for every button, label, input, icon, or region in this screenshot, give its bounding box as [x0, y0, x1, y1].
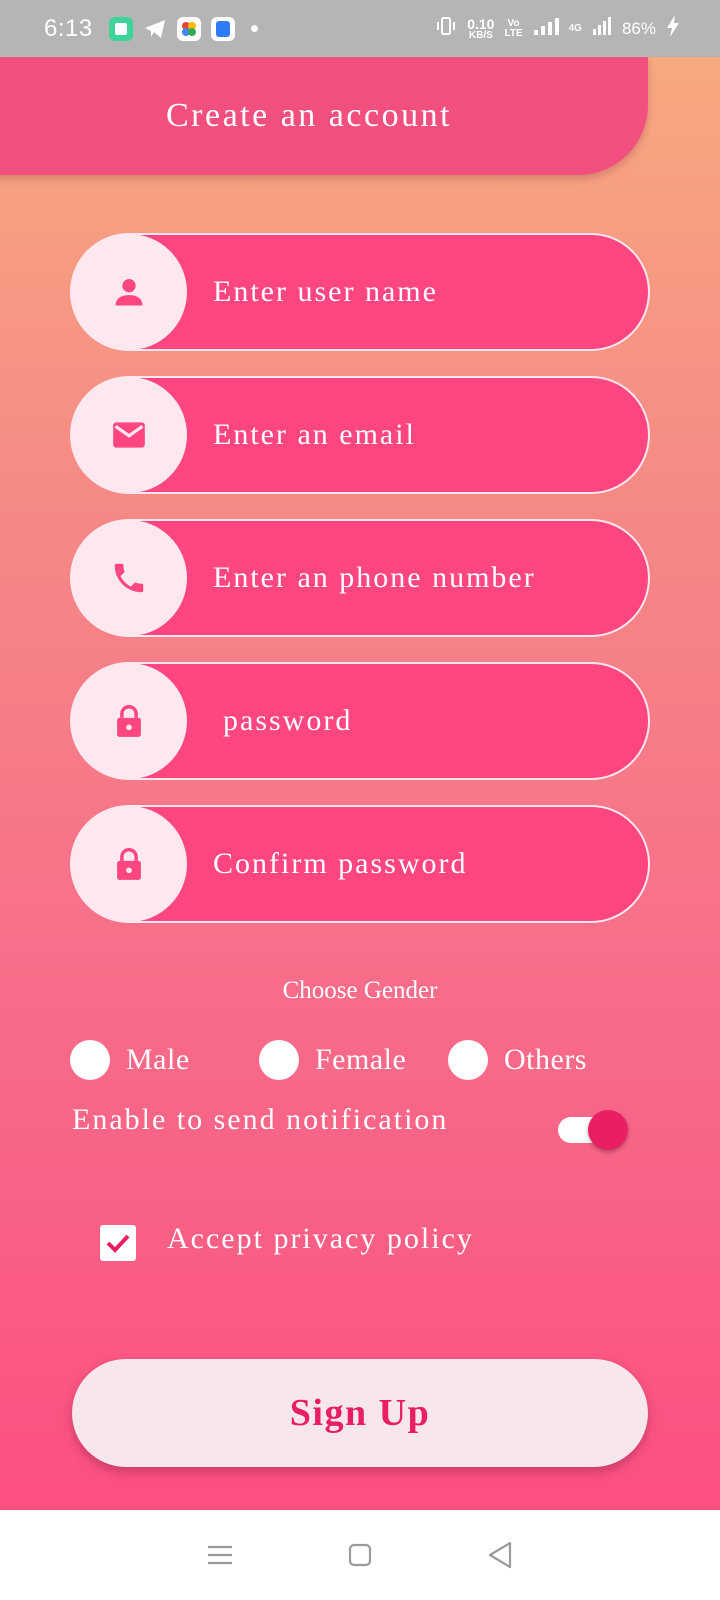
gender-label: Choose Gender	[282, 977, 438, 1004]
network-type: 4G	[568, 22, 582, 34]
privacy-label: Accept privacy policy	[167, 1222, 474, 1255]
sign-up-label: Sign Up	[289, 1392, 431, 1434]
signup-screen: Create an account Enter user name Enter …	[0, 57, 720, 1510]
gender-option-others[interactable]: Others	[448, 1035, 587, 1085]
volte-icon: Vo LTE	[504, 17, 523, 39]
vibrate-icon	[435, 15, 457, 42]
volte-bottom: LTE	[504, 27, 523, 39]
signal-icon	[533, 16, 559, 41]
status-bar: 6:13 0.10 KB/S Vo LTE 4G 86%	[0, 0, 720, 57]
username-field[interactable]: Enter user name	[70, 233, 650, 351]
radio-circle[interactable]	[70, 1040, 110, 1080]
email-field[interactable]: Enter an email	[70, 376, 650, 494]
header-banner: Create an account	[0, 57, 648, 175]
radio-label: Female	[315, 1043, 407, 1076]
gender-radio-group: Male Female Others	[70, 1035, 650, 1085]
username-placeholder: Enter user name	[213, 275, 438, 308]
more-notifications-icon	[250, 25, 258, 32]
volte-top: Vo	[507, 17, 520, 29]
battery-percent: 86%	[621, 18, 656, 38]
radio-circle[interactable]	[448, 1040, 488, 1080]
radio-circle[interactable]	[259, 1040, 299, 1080]
status-time: 6:13	[44, 14, 93, 42]
lock-icon	[71, 806, 187, 922]
home-icon[interactable]	[340, 1535, 380, 1575]
page-title: Create an account	[165, 97, 453, 134]
toggle-knob[interactable]	[588, 1110, 628, 1150]
signal-2-icon	[592, 16, 612, 41]
phone-icon	[71, 520, 187, 636]
net-speed-unit: KB/S	[468, 29, 493, 41]
telegram-icon	[143, 17, 167, 41]
password-field[interactable]: password	[70, 662, 650, 780]
password-placeholder: password	[223, 704, 353, 737]
sign-up-button[interactable]: Sign Up	[72, 1359, 648, 1467]
phone-field[interactable]: Enter an phone number	[70, 519, 650, 637]
status-right: 0.10 KB/S Vo LTE 4G 86%	[435, 14, 680, 43]
gender-option-male[interactable]: Male	[70, 1035, 190, 1085]
net-speed: 0.10 KB/S	[467, 17, 494, 41]
navigation-bar	[0, 1510, 720, 1600]
email-placeholder: Enter an email	[213, 418, 416, 451]
photos-app-icon	[176, 16, 201, 41]
charging-icon	[666, 14, 680, 43]
menu-icon[interactable]	[200, 1535, 240, 1575]
back-icon[interactable]	[480, 1535, 520, 1575]
files-app-icon	[210, 16, 235, 41]
check-icon	[106, 1234, 130, 1253]
lock-icon	[71, 663, 187, 779]
confirm-password-placeholder: Confirm password	[213, 847, 468, 880]
notification-toggle[interactable]	[558, 1110, 628, 1150]
person-icon	[71, 234, 187, 350]
confirm-password-field[interactable]: Confirm password	[70, 805, 650, 923]
net-speed-value: 0.10	[467, 15, 495, 32]
email-icon	[71, 377, 187, 493]
privacy-checkbox[interactable]	[100, 1225, 136, 1261]
notification-label: Enable to send notification	[72, 1103, 449, 1136]
gender-option-female[interactable]: Female	[259, 1035, 406, 1085]
radio-label: Male	[126, 1043, 190, 1076]
phone-placeholder: Enter an phone number	[213, 561, 536, 594]
notes-app-icon	[108, 16, 133, 41]
radio-label: Others	[504, 1043, 587, 1076]
